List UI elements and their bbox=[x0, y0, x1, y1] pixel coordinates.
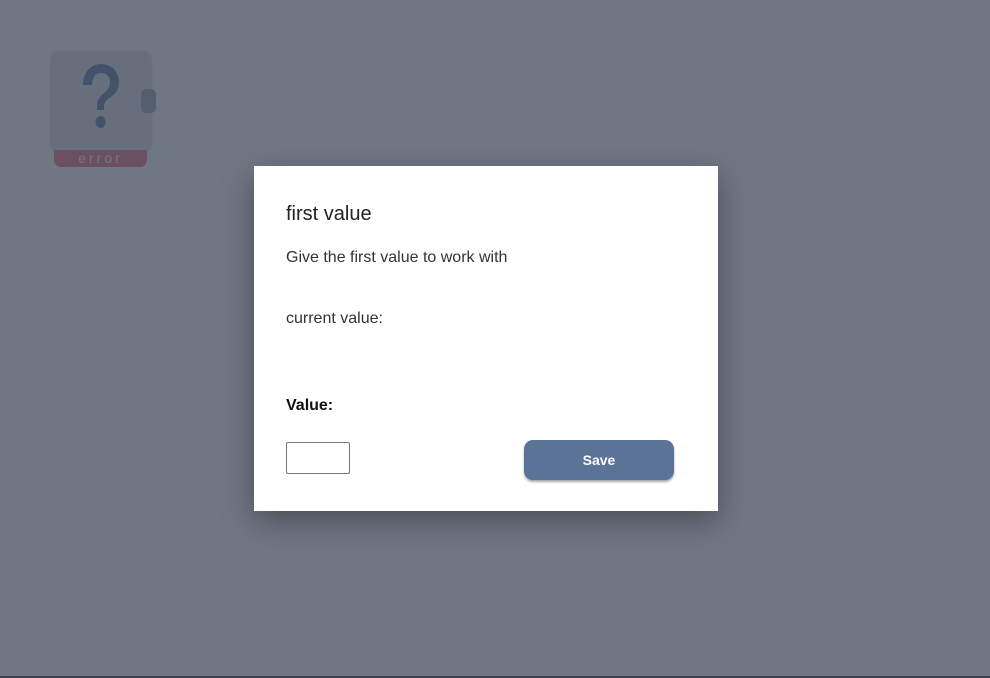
dialog-description: Give the first value to work with bbox=[286, 249, 508, 266]
value-input[interactable] bbox=[286, 442, 350, 474]
dialog-title: first value bbox=[286, 203, 372, 225]
value-dialog: first value Give the first value to work… bbox=[254, 166, 718, 511]
current-value-text: current value: bbox=[286, 310, 383, 327]
value-label: Value: bbox=[286, 397, 334, 414]
save-button[interactable]: Save bbox=[524, 440, 674, 480]
